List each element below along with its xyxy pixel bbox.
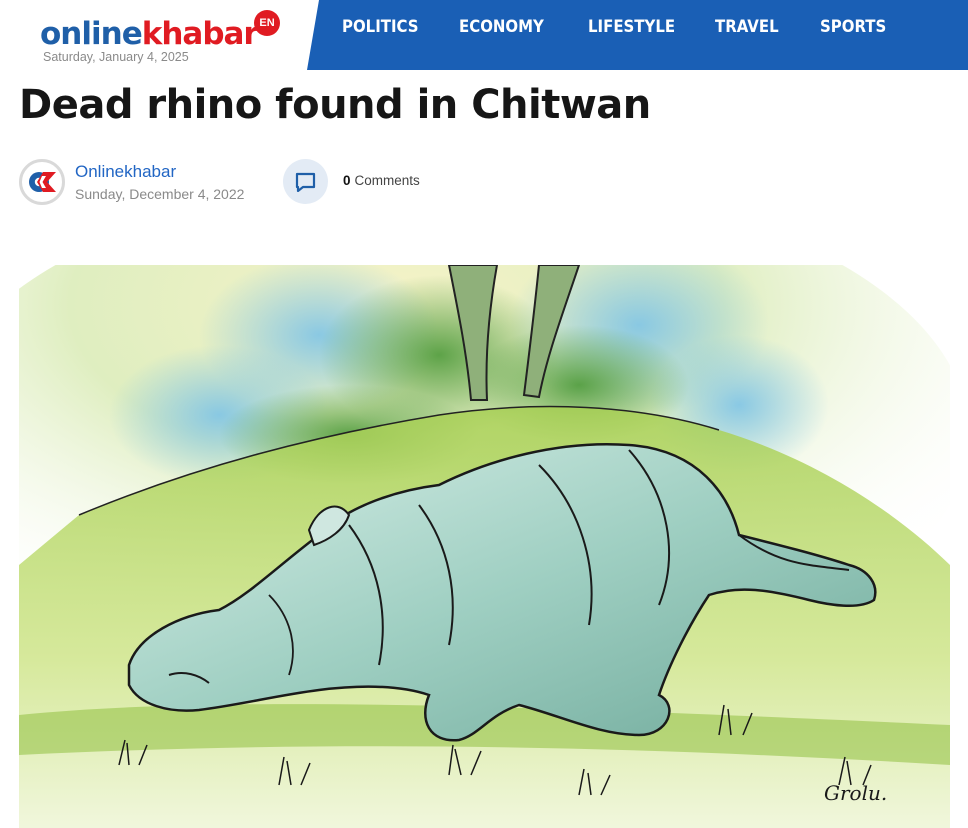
author-avatar[interactable] bbox=[19, 159, 65, 205]
logo-part-online: online bbox=[40, 16, 143, 52]
nav-item-lifestyle[interactable]: LIFESTYLE bbox=[588, 17, 675, 37]
artist-signature: Grolu. bbox=[824, 781, 887, 805]
main-nav: POLITICS ECONOMY LIFESTYLE TRAVEL SPORTS bbox=[307, 0, 968, 70]
nav-item-politics[interactable]: POLITICS bbox=[342, 17, 419, 37]
comment-bubble-icon bbox=[295, 172, 316, 192]
comments-button[interactable] bbox=[283, 159, 328, 204]
publish-date: Sunday, December 4, 2022 bbox=[75, 186, 245, 202]
header-date: Saturday, January 4, 2025 bbox=[43, 50, 189, 64]
comments-number: 0 bbox=[343, 173, 351, 188]
ok-logo-icon bbox=[29, 172, 56, 192]
comments-count[interactable]: 0 Comments bbox=[343, 173, 420, 188]
logo-text: onlinekhabar bbox=[40, 16, 259, 52]
edition-badge[interactable]: EN bbox=[254, 10, 280, 36]
rhino-illustration: Grolu. bbox=[19, 265, 950, 828]
author-name[interactable]: Onlinekhabar bbox=[75, 162, 176, 182]
article-title: Dead rhino found in Chitwan bbox=[19, 82, 651, 128]
nav-item-economy[interactable]: ECONOMY bbox=[459, 17, 544, 37]
nav-item-travel[interactable]: TRAVEL bbox=[715, 17, 779, 37]
nav-item-sports[interactable]: SPORTS bbox=[820, 17, 886, 37]
comments-label: Comments bbox=[354, 173, 420, 188]
site-header: onlinekhabar EN Saturday, January 4, 202… bbox=[0, 0, 968, 70]
hero-illustration: Grolu. bbox=[19, 265, 950, 828]
logo-part-khabar: khabar bbox=[141, 16, 259, 52]
